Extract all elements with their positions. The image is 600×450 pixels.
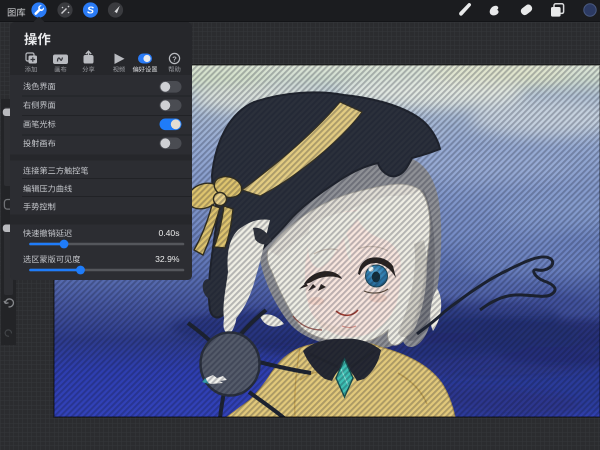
svg-text:0.40s: 0.40s (158, 228, 179, 238)
svg-text:32.9%: 32.9% (155, 254, 180, 264)
svg-text:S: S (87, 5, 94, 17)
svg-text:?: ? (172, 54, 177, 63)
